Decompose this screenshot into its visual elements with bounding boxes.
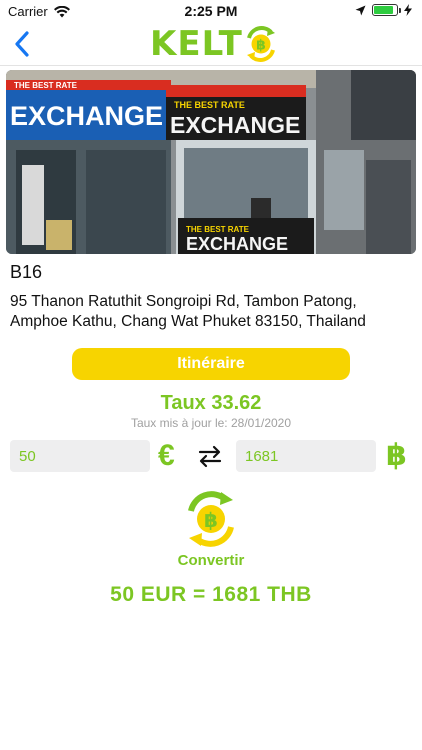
storefront-illustration: THE BEST RATE EXCHANGE THE BEST RATE EXC… — [6, 70, 416, 254]
convert-button[interactable]: Convertir — [0, 552, 422, 569]
status-bar: Carrier 2:25 PM — [0, 0, 422, 22]
battery-icon — [372, 4, 401, 16]
euro-icon: € — [158, 439, 175, 472]
exchange-storefront-photo: THE BEST RATE EXCHANGE THE BEST RATE EXC… — [6, 70, 416, 254]
exchange-rate: Taux 33.62 — [160, 392, 262, 414]
rate-updated-date: Taux mis à jour le: 28/01/2020 — [130, 416, 292, 430]
to-amount-field[interactable] — [236, 440, 376, 472]
battery-level — [374, 6, 393, 14]
convert-baht-coin-icon[interactable]: ฿ — [181, 489, 241, 549]
place-title: B16 — [10, 262, 43, 282]
sign-main-text: EXCHANGE — [170, 112, 300, 138]
navigation-bar: KELT ฿ — [0, 22, 422, 66]
status-right — [355, 4, 412, 16]
conversion-result: 50 EUR = 1681 THB — [110, 583, 312, 606]
location-arrow-icon — [355, 5, 366, 15]
from-amount-field[interactable] — [10, 440, 150, 472]
itineraire-button[interactable]: Itinéraire — [72, 348, 350, 380]
sign-left-text: EXCHANGE — [10, 101, 163, 131]
back-chevron-icon[interactable] — [10, 28, 34, 60]
charging-bolt-icon — [404, 4, 412, 16]
logo-text: KELT — [150, 24, 243, 64]
logo-coin-symbol: ฿ — [256, 38, 266, 54]
svg-text:THE BEST RATE: THE BEST RATE — [14, 81, 78, 90]
baht-icon: ฿ — [386, 439, 407, 472]
svg-text:฿: ฿ — [204, 508, 218, 532]
svg-text:THE BEST RATE: THE BEST RATE — [186, 225, 250, 234]
app-logo: KELT ฿ — [150, 24, 281, 64]
place-address: 95 Thanon Ratuthit Songroipi Rd, Tambon … — [10, 293, 366, 330]
sign-bottom-text: EXCHANGE — [186, 234, 288, 254]
logo-baht-coin-icon: ฿ — [246, 26, 275, 62]
swap-arrows-icon[interactable] — [196, 442, 224, 470]
sign-top-text: THE BEST RATE — [174, 100, 245, 110]
